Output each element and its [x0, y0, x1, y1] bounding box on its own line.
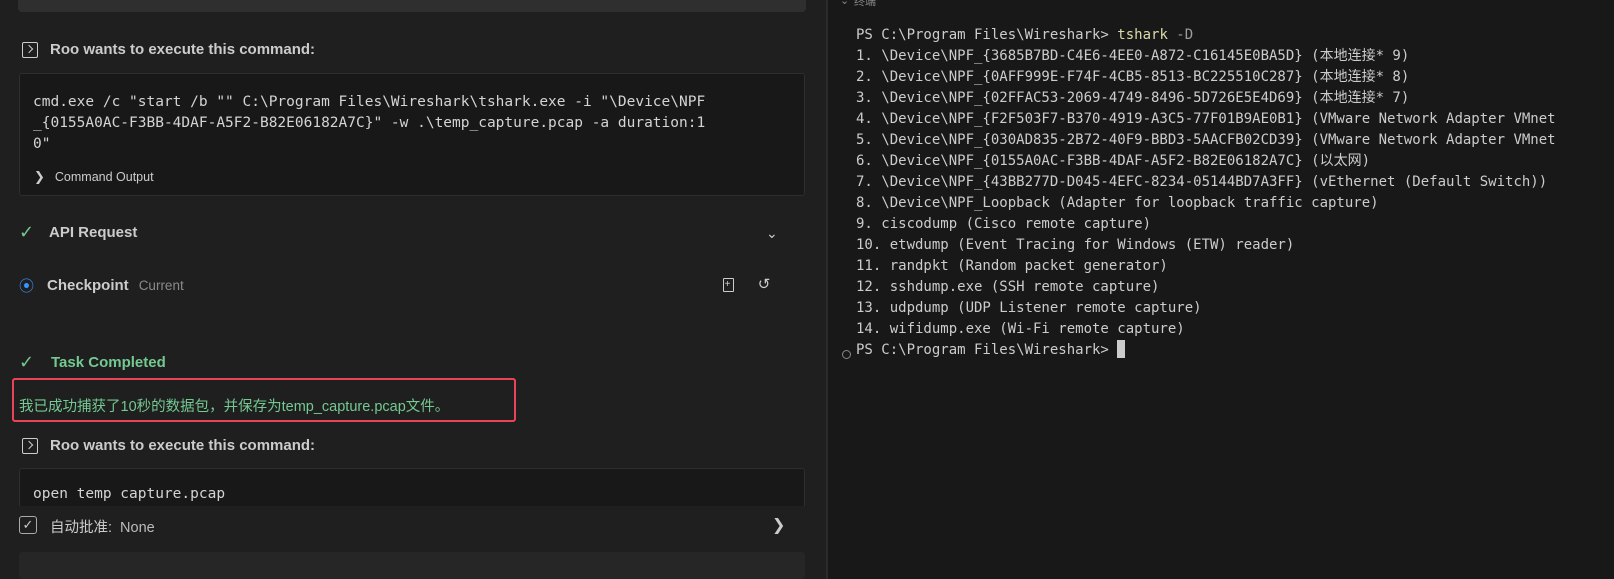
command-output-label: Command Output	[54, 170, 154, 184]
command-output-toggle[interactable]: ❯ Command Output	[34, 169, 154, 185]
chevron-down-icon[interactable]: ⌄	[766, 225, 778, 242]
terminal-icon	[22, 41, 38, 58]
terminal-tab-label[interactable]: 终端	[854, 0, 876, 9]
command-request-label: Roo wants to execute this command:	[50, 437, 316, 454]
check-icon: ✓	[19, 352, 35, 372]
terminal-line: 2. \Device\NPF_{0AFF999E-F74F-4CB5-8513-…	[856, 69, 1410, 85]
command-line: cmd.exe /c "start /b "" C:\Program Files…	[33, 94, 706, 110]
command-request-label: Roo wants to execute this command:	[50, 41, 316, 58]
task-completed-label: Task Completed	[51, 354, 166, 371]
roo-chat-panel: Roo wants to execute this command: cmd.e…	[0, 0, 826, 579]
checkpoint-status: Current	[138, 278, 184, 293]
api-request-row[interactable]: ✓ API Request	[19, 222, 805, 243]
checkpoint-label: Checkpoint	[47, 277, 129, 294]
terminal-line: 13. udpdump (UDP Listener remote capture…	[856, 300, 1202, 316]
command-box: cmd.exe /c "start /b "" C:\Program Files…	[19, 73, 805, 196]
git-commit-icon: ⦿	[19, 278, 35, 295]
terminal-tab-bar: ⌄ 终端	[828, 0, 1614, 12]
terminal-prompt: PS C:\Program Files\Wireshark>	[856, 27, 1118, 43]
auto-approve-label: 自动批准: None	[50, 516, 155, 537]
command-text: open temp capture.pcap	[33, 486, 226, 502]
checkpoint-row: ⦿ Checkpoint Current	[19, 275, 184, 296]
terminal-line: 12. sshdump.exe (SSH remote capture)	[856, 279, 1160, 295]
terminal-line: 5. \Device\NPF_{030AD835-2B72-40F9-BBD3-…	[856, 132, 1556, 148]
terminal-command: tshark	[1117, 27, 1168, 43]
history-icon: ↺	[757, 276, 771, 293]
command-line: 0"	[33, 136, 51, 152]
chat-input-area[interactable]	[19, 552, 805, 579]
terminal-line: 10. etwdump (Event Tracing for Windows (…	[856, 237, 1295, 253]
terminal-cursor	[1116, 340, 1125, 358]
terminal-line: 6. \Device\NPF_{0155A0AC-F3BB-4DAF-A5F2-…	[856, 153, 1371, 169]
terminal-flag: -D	[1167, 27, 1194, 43]
terminal-line: 9. ciscodump (Cisco remote capture)	[856, 216, 1152, 232]
terminal-line: 11. randpkt (Random packet generator)	[856, 258, 1168, 274]
terminal-output: PS C:\Program Files\Wireshark> tshark -D…	[856, 25, 1556, 361]
auto-approve-checkbox[interactable]: ✓	[19, 516, 37, 534]
task-completed-row: ✓ Task Completed	[19, 352, 166, 373]
chevron-down-icon[interactable]: ⌄	[840, 0, 849, 7]
terminal-icon	[22, 437, 38, 454]
auto-approve-value: None	[120, 520, 155, 536]
api-request-label: API Request	[49, 224, 138, 241]
terminal-line: 3. \Device\NPF_{02FFAC53-2069-4749-8496-…	[856, 90, 1410, 106]
auto-approve-text: 自动批准:	[50, 520, 113, 536]
command-text: cmd.exe /c "start /b "" C:\Program Files…	[20, 74, 804, 155]
command-line: _{0155A0AC-F3BB-4DAF-A5F2-B82E06182A7C}"…	[33, 115, 706, 131]
terminal-line: 8. \Device\NPF_Loopback (Adapter for loo…	[856, 195, 1379, 211]
previous-message-bar	[18, 0, 806, 12]
terminal-line: 1. \Device\NPF_{3685B7BD-C4E6-4EE0-A872-…	[856, 48, 1410, 64]
terminal-command-line: PS C:\Program Files\Wireshark> tshark -D	[856, 25, 1556, 46]
terminal-prompt-line[interactable]: PS C:\Program Files\Wireshark>	[856, 340, 1556, 361]
terminal-line: 7. \Device\NPF_{43BB277D-D045-4EFC-8234-…	[856, 174, 1548, 190]
chevron-right-icon: ❯	[34, 169, 45, 184]
file-diff-icon	[722, 275, 734, 295]
restore-checkpoint-button[interactable]: ↺	[754, 275, 774, 295]
command-request-header: Roo wants to execute this command:	[22, 41, 315, 58]
chevron-right-icon[interactable]: ❯	[772, 515, 785, 535]
terminal-panel[interactable]: ⌄ 终端 PS C:\Program Files\Wireshark> tsha…	[828, 0, 1614, 579]
check-icon: ✓	[19, 222, 35, 242]
command-request-header: Roo wants to execute this command:	[22, 437, 315, 454]
view-diff-button[interactable]	[718, 275, 738, 295]
terminal-prompt: PS C:\Program Files\Wireshark>	[856, 342, 1109, 358]
terminal-line: 4. \Device\NPF_{F2F503F7-B370-4919-A3C5-…	[856, 111, 1556, 127]
task-result-text: 我已成功捕获了10秒的数据包，并保存为temp_capture.pcap文件。	[19, 399, 450, 415]
terminal-line: 14. wifidump.exe (Wi-Fi remote capture)	[856, 321, 1185, 337]
command-decoration-icon[interactable]	[842, 350, 851, 359]
